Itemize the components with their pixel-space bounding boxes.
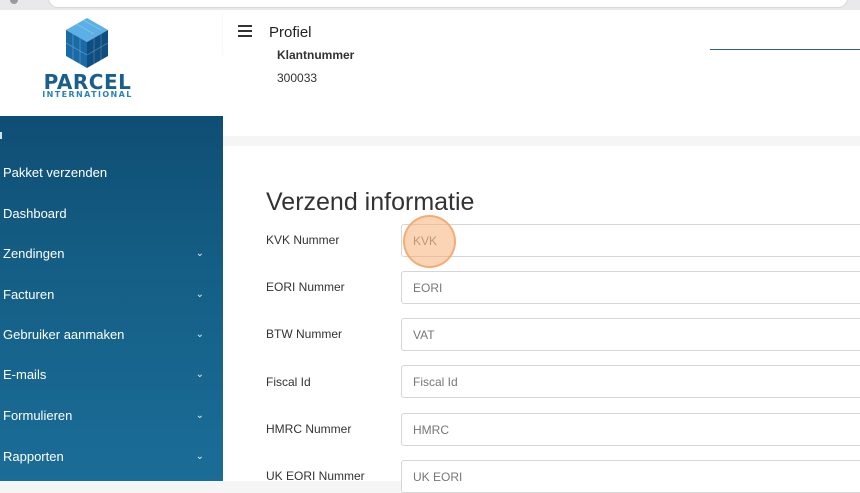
sidebar-nav: Pakket verzenden Dashboard Zendingen ⌄ F… [0,116,223,481]
sidebar-item-label: Rapporten [3,448,64,464]
logo-area: PARCEL INTERNATIONAL [0,10,223,116]
btw-label: BTW Nummer [266,327,342,341]
sidebar: PARCEL INTERNATIONAL Pakket verzenden Da… [0,10,223,481]
customer-card: Klantnummer 300033 [223,48,860,136]
browser-address-bar [0,0,860,10]
chevron-down-icon: ⌄ [195,450,204,462]
parcel-cube-icon [66,18,108,68]
fiscal-id-input[interactable] [401,365,860,398]
sidebar-item-label: Facturen [3,286,55,302]
eori-label: EORI Nummer [266,280,345,294]
customer-number-value: 300033 [277,71,318,85]
page-title: Profiel [269,24,312,41]
hmrc-input[interactable] [401,413,860,446]
sidebar-item-facturen[interactable]: Facturen ⌄ [3,282,208,306]
sidebar-item-label: Formulieren [3,407,73,423]
sidebar-item-label: E-mails [3,366,47,382]
kvk-label: KVK Nummer [266,233,340,247]
sidebar-item-label: Pakket verzenden [3,164,108,180]
sidebar-item-label: Dashboard [3,205,67,221]
url-field[interactable] [48,0,848,8]
hamburger-icon[interactable] [238,25,252,37]
nav-tick [0,132,2,139]
hmrc-label: HMRC Nummer [266,422,352,436]
sidebar-item-rapporten[interactable]: Rapporten ⌄ [3,444,208,468]
sidebar-item-label: Zendingen [3,245,65,261]
brand-subtitle: INTERNATIONAL [42,90,133,99]
shipping-info-card: Verzend informatie KVK Nummer EORI Numme… [223,146,860,493]
sidebar-item-zendingen[interactable]: Zendingen ⌄ [3,241,208,265]
kvk-input[interactable] [401,224,860,257]
chevron-down-icon: ⌄ [195,409,204,421]
chevron-down-icon: ⌄ [195,288,204,300]
chevron-down-icon: ⌄ [195,328,204,340]
sidebar-item-pakket-verzenden[interactable]: Pakket verzenden [3,160,208,184]
chevron-down-icon: ⌄ [195,368,204,380]
sidebar-item-dashboard[interactable]: Dashboard [3,201,208,225]
chevron-down-icon: ⌄ [195,247,204,259]
fiscal-id-label: Fiscal Id [266,375,311,389]
sidebar-item-e-mails[interactable]: E-mails ⌄ [3,362,208,386]
sidebar-item-formulieren[interactable]: Formulieren ⌄ [3,403,208,427]
uk-eori-input[interactable] [401,460,860,493]
customer-number-label: Klantnummer [277,48,355,62]
sidebar-item-gebruiker-aanmaken[interactable]: Gebruiker aanmaken ⌄ [3,322,208,346]
browser-nav-icon[interactable] [10,0,18,4]
sidebar-item-label: Gebruiker aanmaken [3,326,125,342]
eori-input[interactable] [401,271,860,304]
btw-input[interactable] [401,318,860,351]
section-title: Verzend informatie [266,188,475,216]
divider [710,49,860,50]
